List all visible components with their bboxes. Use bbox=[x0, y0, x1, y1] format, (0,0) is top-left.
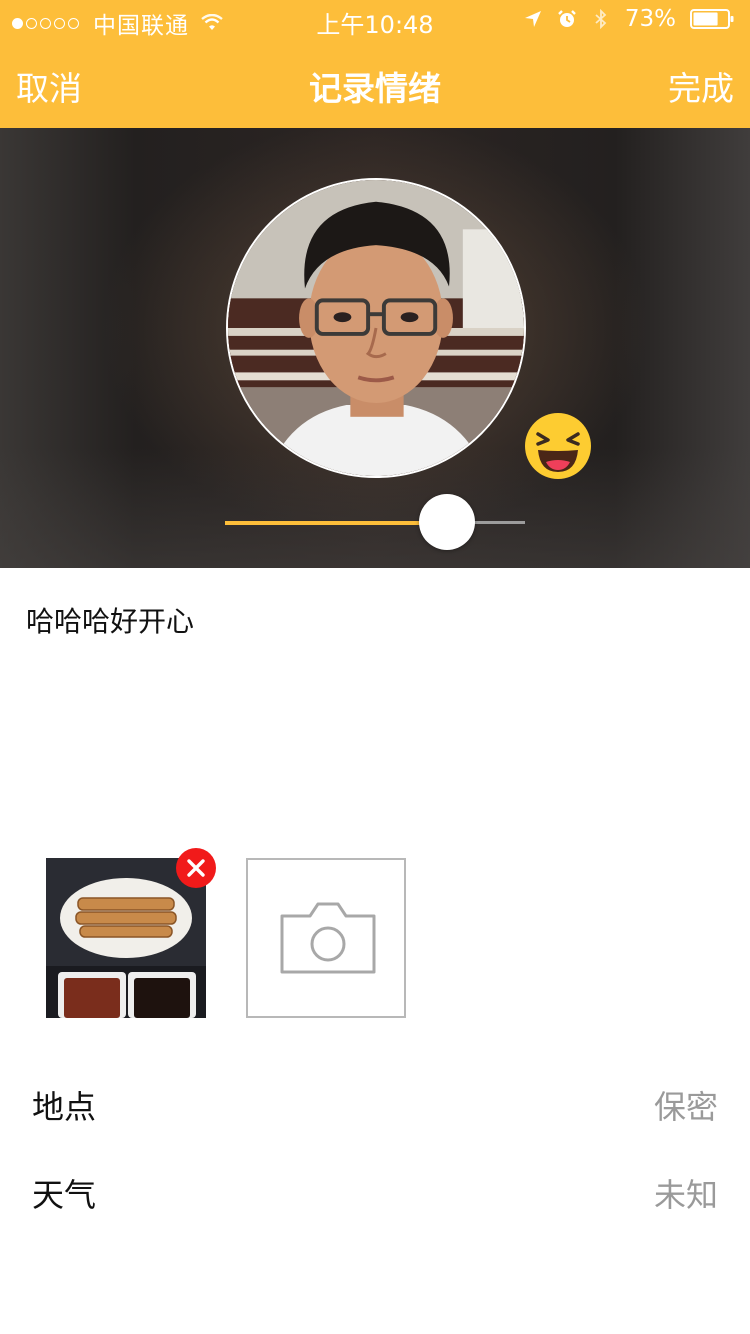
header: 中国联通 上午10:48 73% 取消 记录情绪 完成 bbox=[0, 0, 750, 128]
slider-thumb[interactable] bbox=[419, 494, 475, 550]
weather-row[interactable]: 天气 未知 bbox=[0, 1160, 750, 1220]
face-photo[interactable] bbox=[226, 178, 526, 478]
alarm-icon bbox=[558, 10, 576, 27]
location-value[interactable]: 保密 bbox=[654, 1082, 718, 1128]
bluetooth-icon bbox=[595, 9, 607, 29]
laughing-emoji-icon bbox=[525, 413, 591, 479]
location-row[interactable]: 地点 保密 bbox=[0, 1072, 750, 1132]
mood-note-text[interactable]: 哈哈哈好开心 bbox=[26, 600, 194, 640]
nav-bar: 取消 记录情绪 完成 bbox=[0, 40, 750, 128]
mood-hero bbox=[0, 128, 750, 568]
mood-slider[interactable] bbox=[225, 494, 525, 550]
slider-fill bbox=[225, 521, 447, 525]
status-right: 73% bbox=[523, 6, 734, 32]
weather-label: 天气 bbox=[32, 1176, 97, 1214]
status-bar: 中国联通 上午10:48 73% bbox=[0, 0, 750, 40]
page-title: 记录情绪 bbox=[309, 69, 441, 108]
location-arrow-icon bbox=[524, 11, 541, 27]
face-photo-illustration bbox=[228, 180, 524, 476]
weather-value[interactable]: 未知 bbox=[654, 1170, 718, 1216]
close-icon bbox=[187, 859, 205, 877]
camera-icon bbox=[280, 902, 376, 974]
add-photo-button[interactable] bbox=[246, 858, 406, 1018]
battery-percent: 73% bbox=[624, 6, 676, 32]
location-label: 地点 bbox=[32, 1088, 97, 1126]
done-button[interactable]: 完成 bbox=[668, 62, 734, 110]
remove-photo-button[interactable] bbox=[176, 848, 216, 888]
battery-icon bbox=[690, 9, 734, 29]
